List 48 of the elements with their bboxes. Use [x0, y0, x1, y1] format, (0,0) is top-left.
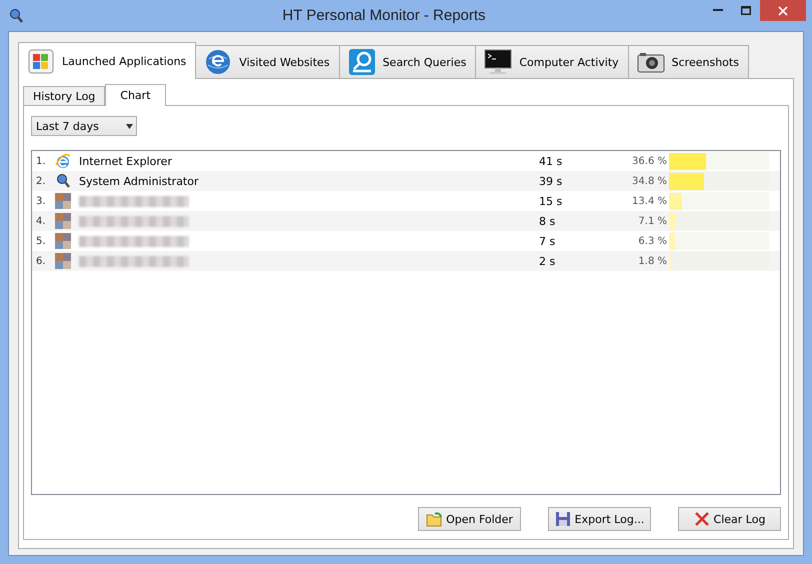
action-button[interactable]: Clear Log — [678, 507, 781, 531]
app-name: Internet Explorer — [79, 154, 173, 168]
percentage: 1.8 % — [637, 256, 667, 266]
pixelated-icon — [55, 253, 71, 269]
maximize-icon — [741, 6, 751, 14]
cross-icon — [694, 511, 710, 527]
tab[interactable]: Computer Activity — [475, 45, 629, 78]
duration: 41 s — [539, 154, 564, 168]
folder-icon — [426, 511, 442, 527]
period-dropdown[interactable]: Last 7 days — [31, 116, 137, 136]
monitor-icon — [483, 47, 514, 77]
percentage: 6.3 % — [637, 236, 667, 246]
pixelated-icon — [55, 213, 71, 229]
search-icon — [346, 47, 377, 77]
tab[interactable]: Search Queries — [338, 45, 476, 78]
pixelated-icon — [55, 233, 71, 249]
duration: 8 s — [539, 214, 556, 228]
percentage: 36.6 % — [631, 156, 667, 166]
app-name: System Administrator — [79, 174, 200, 188]
row-number: 2. — [35, 176, 47, 186]
tab[interactable]: Launched Applications — [18, 42, 196, 79]
row-number: 5. — [35, 236, 47, 246]
browser-e-icon — [55, 153, 71, 169]
percentage: 13.4 % — [631, 196, 667, 206]
row-number: 3. — [35, 196, 47, 206]
percentage: 7.1 % — [637, 216, 667, 226]
close-icon — [778, 6, 788, 16]
window-title: HT Personal Monitor - Reports — [281, 6, 487, 24]
magnifier-icon — [55, 173, 71, 189]
tab[interactable]: Chart — [105, 84, 166, 106]
duration: 39 s — [539, 174, 564, 188]
row-number: 4. — [35, 216, 47, 226]
magnifier-icon — [8, 8, 24, 24]
tab[interactable]: History Log — [23, 86, 106, 105]
row-number: 6. — [35, 256, 47, 266]
close-button[interactable] — [760, 0, 806, 21]
duration: 15 s — [539, 194, 564, 208]
pixelated-icon — [55, 193, 71, 209]
row-number: 1. — [35, 156, 47, 166]
percentage: 34.8 % — [631, 176, 667, 186]
tab[interactable]: Visited Websites — [195, 45, 340, 78]
caret-icon — [126, 124, 133, 128]
action-button[interactable]: Open Folder — [418, 507, 521, 531]
duration: 7 s — [539, 234, 556, 248]
minimize-icon — [713, 9, 723, 11]
action-button[interactable]: Export Log... — [548, 507, 651, 531]
tab[interactable]: Screenshots — [628, 45, 749, 78]
duration: 2 s — [539, 254, 556, 268]
